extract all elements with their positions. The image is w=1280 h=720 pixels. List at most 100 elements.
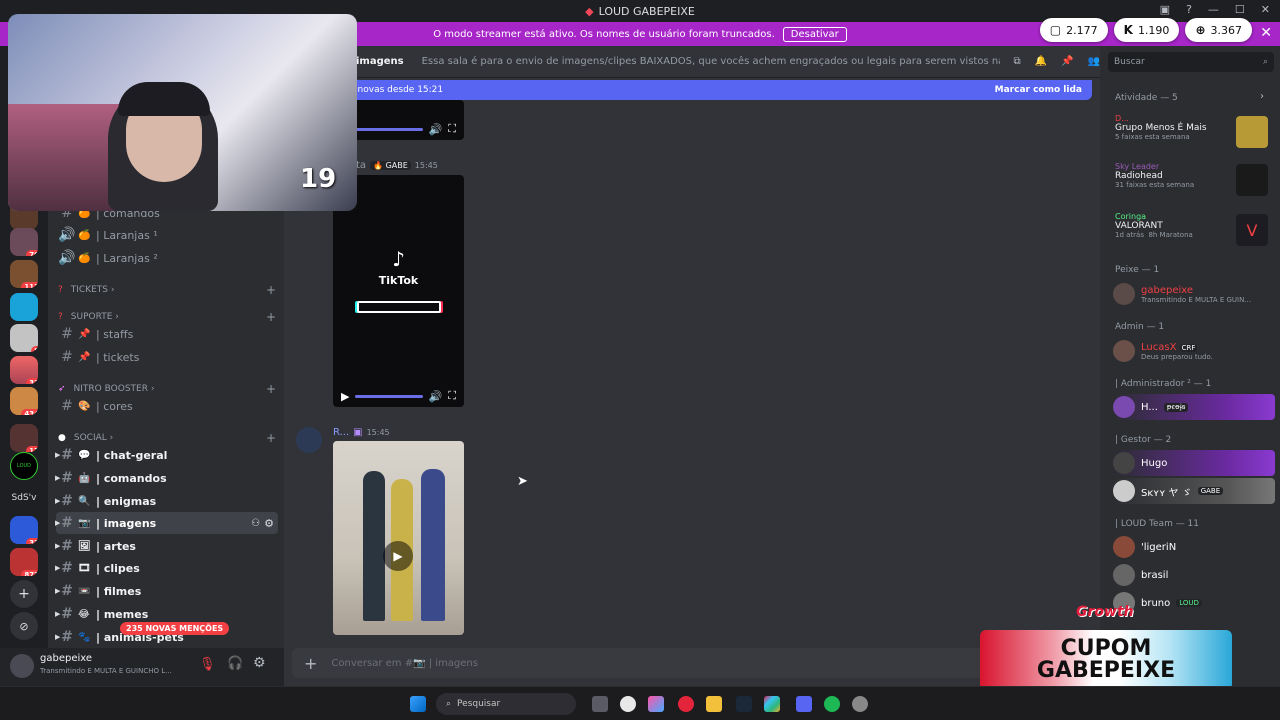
avatar[interactable] <box>10 654 34 678</box>
windows-start-icon[interactable] <box>410 696 426 712</box>
video-attachment[interactable]: ▶ <box>333 441 464 635</box>
server-icon-loud[interactable]: LOUD <box>10 452 38 480</box>
pin-icon[interactable]: 📌 <box>1061 56 1073 67</box>
video-progress[interactable] <box>355 394 423 398</box>
user-settings-gear-icon[interactable]: ⚙ <box>253 655 266 671</box>
video-progress[interactable] <box>347 127 423 131</box>
play-icon[interactable]: ▶ <box>383 541 413 571</box>
add-server-icon[interactable]: + <box>10 580 38 608</box>
channel-item[interactable]: # 📌 | staffs <box>56 323 278 345</box>
message-author[interactable]: ta <box>356 160 366 171</box>
channel-item[interactable]: ▶ # 📼 | filmes <box>55 580 278 602</box>
channel-item[interactable]: ▶ # 🔍 | enigmas <box>55 490 278 512</box>
channel-emoji: 📌 <box>78 328 91 340</box>
members-icon[interactable]: 👥 <box>1088 56 1100 67</box>
server-icon[interactable]: 434 <box>10 387 38 415</box>
headphones-icon[interactable]: 🎧 <box>227 656 243 671</box>
server-icon[interactable]: 32 <box>10 356 38 384</box>
fullscreen-icon[interactable]: ⛶ <box>448 389 456 403</box>
member-item[interactable]: brasil <box>1113 562 1275 588</box>
add-channel-icon[interactable]: + <box>266 310 276 324</box>
member-item[interactable]: bruno LOUD <box>1113 590 1275 616</box>
server-icon[interactable]: 17 <box>10 424 38 452</box>
gear-icon[interactable]: ⚙ <box>264 517 274 530</box>
file-explorer-icon[interactable] <box>706 696 722 712</box>
help-icon[interactable]: ? <box>1186 3 1192 16</box>
channel-item[interactable]: ▶ # 🖼 | artes <box>55 535 278 557</box>
member-item[interactable]: Hugo <box>1113 450 1275 476</box>
member-item[interactable]: Sĸʏʏ ヤ ゞ GABE <box>1113 478 1275 504</box>
maximize-button[interactable]: ☐ <box>1235 3 1245 16</box>
server-icon[interactable]: 32 <box>10 516 38 544</box>
channel-item[interactable]: ▶ # 🎞 | clipes <box>55 557 278 579</box>
volume-icon[interactable]: 🔊 <box>429 390 443 403</box>
tiktok-label: TikTok <box>378 274 419 287</box>
speaker-icon: 🔊 <box>58 250 76 266</box>
channel-item[interactable]: # 📌 | tickets <box>56 346 278 368</box>
category-suporte[interactable]: ? SUPORTE › + <box>58 310 276 324</box>
disable-streamer-button[interactable]: Desativar <box>782 26 847 42</box>
channel-item[interactable]: ▶ # 💬 | chat-geral <box>55 444 278 466</box>
close-window-button[interactable]: ✕ <box>1261 3 1270 16</box>
member-item[interactable]: H... ᵽꞓꝋɉꞩ <box>1113 394 1275 420</box>
search-input[interactable]: Buscar ⌕ <box>1108 52 1274 72</box>
channel-item[interactable]: ▶ # 🤖 | comandos <box>55 467 278 489</box>
chevron-right-icon[interactable]: › <box>1260 91 1264 102</box>
activity-card[interactable]: D... Grupo Menos É Mais 5 faixas esta se… <box>1108 114 1274 148</box>
message-input[interactable]: + Conversar em #📷 | imagens <box>292 648 1092 678</box>
message-timestamp: 15:45 <box>414 161 438 170</box>
opera-icon[interactable] <box>678 696 694 712</box>
channel-item-selected[interactable]: ▶ # 📷 | imagens ⚇ ⚙ <box>55 512 278 534</box>
category-social[interactable]: ● SOCIAL › + <box>58 431 276 445</box>
inbox-icon[interactable]: ▣ <box>1160 3 1170 16</box>
search-icon: ⌕ <box>1262 57 1268 67</box>
app-icon[interactable] <box>620 696 636 712</box>
voice-channel-item[interactable]: 🔊 🍊 | Laranjas ² <box>56 247 278 269</box>
discord-icon[interactable] <box>796 696 812 712</box>
member-item[interactable]: gabepeixe Transmitindo E MULTA E GUIN... <box>1113 281 1275 307</box>
category-nitro[interactable]: ➶ NITRO BOOSTER › + <box>58 382 276 396</box>
tiktok-video-attachment[interactable]: ♪ TikTok ▶ 🔊 ⛶ <box>333 175 464 407</box>
explore-servers-icon[interactable]: ⊘ <box>10 612 38 640</box>
voice-channel-item[interactable]: 🔊 🍊 | Laranjas ¹ <box>56 224 278 246</box>
category-tickets[interactable]: ? TICKETS › + <box>58 283 276 297</box>
mute-mic-icon[interactable]: 🎙 <box>199 657 216 672</box>
activity-card[interactable]: Sky Leader Radiohead 31 faixas esta sema… <box>1108 162 1274 196</box>
steam-icon[interactable] <box>736 696 752 712</box>
taskbar-search[interactable]: ⌕ Pesquisar <box>436 693 576 715</box>
bell-icon[interactable]: 🔔 <box>1035 56 1047 67</box>
server-icon-sdsv[interactable]: SdS'v <box>10 484 38 512</box>
server-icon[interactable]: 113 <box>10 260 38 288</box>
mark-as-read-button[interactable]: Marcar como lida <box>995 85 1082 95</box>
add-attachment-icon[interactable]: + <box>304 654 317 673</box>
channel-topic[interactable]: Essa sala é para o envio de imagens/clip… <box>422 56 1000 67</box>
activity-card[interactable]: Coringa VALORANT 1d atrás 8h Maratona V <box>1108 212 1274 246</box>
coupon-line-1: CUPOM <box>1060 636 1152 661</box>
play-icon[interactable]: ▶ <box>341 390 349 403</box>
server-icon[interactable]: 8 <box>10 324 38 352</box>
new-messages-bar[interactable]: s novas desde 15:21 Marcar como lida <box>340 80 1092 100</box>
slack-icon[interactable] <box>764 696 780 712</box>
server-icon[interactable]: 70 <box>10 228 38 256</box>
invite-icon[interactable]: ⚇ <box>251 518 260 529</box>
message-author[interactable]: R... <box>333 427 349 438</box>
member-item[interactable]: LucasX CRF Deus preparou tudo. <box>1113 338 1275 364</box>
threads-icon[interactable]: ⧉ <box>1014 56 1021 67</box>
new-mentions-pill[interactable]: 235 NOVAS MENÇÕES <box>120 622 230 635</box>
fullscreen-icon[interactable]: ⛶ <box>448 122 456 136</box>
avatar[interactable] <box>296 427 322 453</box>
spotify-icon[interactable] <box>824 696 840 712</box>
add-channel-icon[interactable]: + <box>266 283 276 297</box>
add-channel-icon[interactable]: + <box>266 431 276 445</box>
task-view-icon[interactable] <box>592 696 608 712</box>
add-channel-icon[interactable]: + <box>266 382 276 396</box>
obs-icon[interactable] <box>852 696 868 712</box>
volume-icon[interactable]: 🔊 <box>429 123 443 136</box>
minimize-button[interactable]: — <box>1208 3 1219 16</box>
channel-item[interactable]: # 🎨 | cores <box>56 395 278 417</box>
banner-close-icon[interactable]: ✕ <box>1260 25 1272 41</box>
copilot-icon[interactable] <box>648 696 664 712</box>
server-icon[interactable] <box>10 293 38 321</box>
member-item[interactable]: 'ligeriN <box>1113 534 1275 560</box>
server-icon[interactable]: 872 <box>10 548 38 576</box>
